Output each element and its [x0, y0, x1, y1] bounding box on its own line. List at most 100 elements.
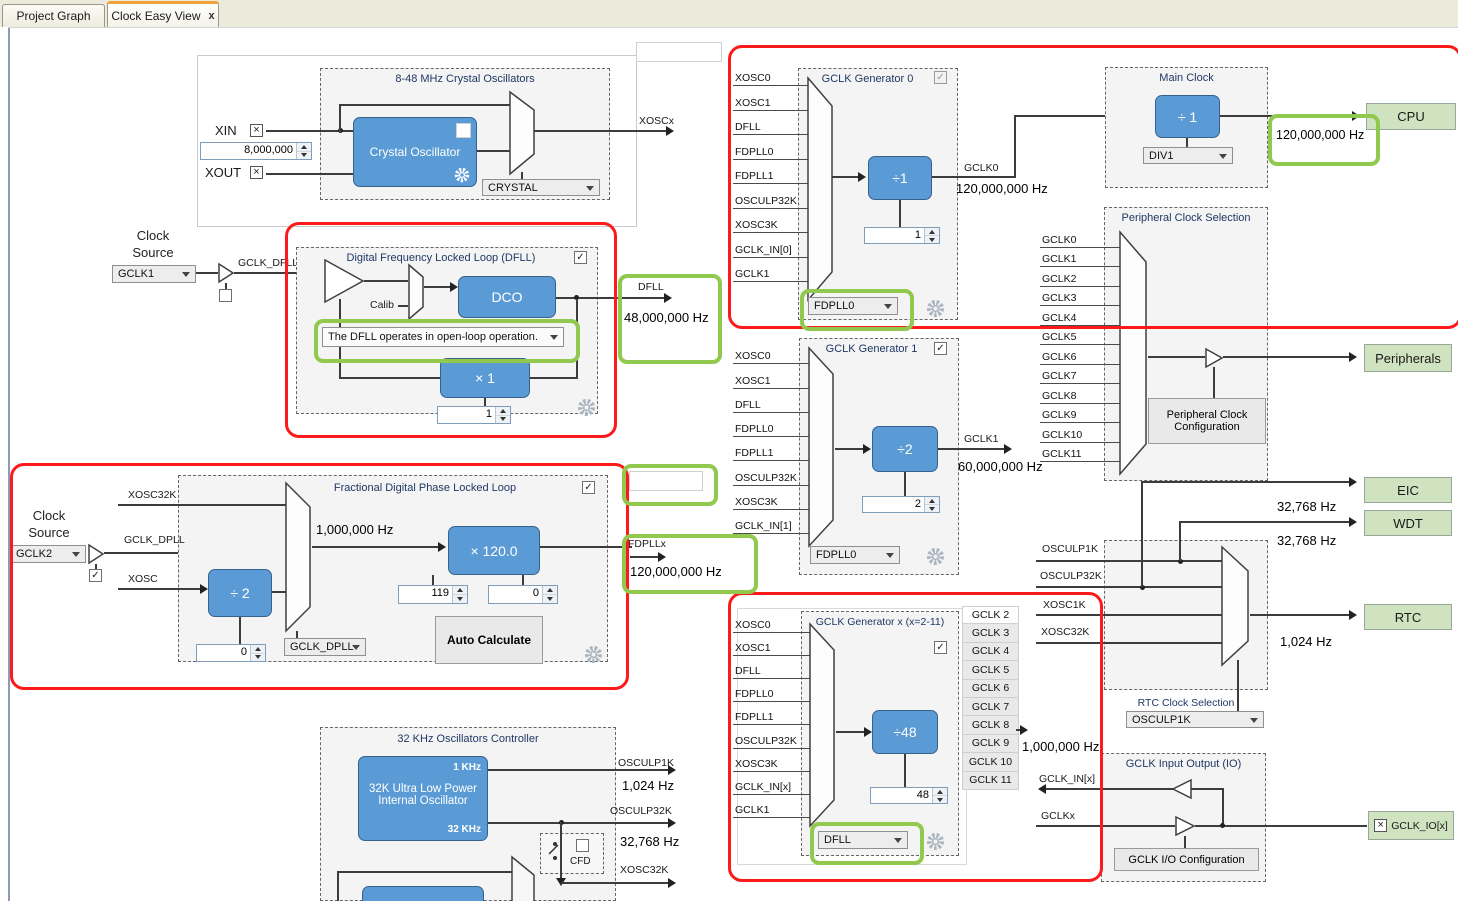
- gear-icon[interactable]: [454, 167, 470, 183]
- block-32khz-tag: 32 KHz: [448, 824, 481, 835]
- gclk-output-tab[interactable]: GCLK 6: [962, 680, 1019, 698]
- gclkx-enable-checkbox[interactable]: ✓: [934, 641, 947, 654]
- spin-up-icon[interactable]: [925, 228, 939, 236]
- gclk-output-tab[interactable]: GCLK 7: [962, 698, 1019, 716]
- wire: [1036, 586, 1222, 588]
- gclk0-source-dropdown[interactable]: FDPLL0: [808, 297, 898, 315]
- gear-icon[interactable]: [926, 299, 945, 318]
- gear-icon[interactable]: [926, 547, 945, 566]
- gclk-output-tab[interactable]: GCLK 9: [962, 735, 1019, 753]
- spinner-buttons[interactable]: [924, 497, 939, 512]
- crystal-oscillator-block[interactable]: Crystal Oscillator: [353, 117, 477, 187]
- fdpll-source-dropdown[interactable]: GCLK2: [10, 545, 86, 563]
- fdpll-ldrfrac-spinner[interactable]: 0: [488, 585, 558, 604]
- gclk1-source-dropdown[interactable]: FDPLL0: [810, 546, 900, 564]
- spin-up-icon[interactable]: [496, 407, 510, 416]
- gear-icon[interactable]: [584, 645, 603, 664]
- xosc-ctrl-tab[interactable]: [636, 42, 722, 62]
- wire: [1223, 356, 1353, 358]
- spinner-buttons[interactable]: [250, 645, 265, 661]
- gclk-output-tab[interactable]: GCLK 8: [962, 716, 1019, 734]
- wire: [1141, 481, 1353, 483]
- peripheral-config-button[interactable]: Peripheral Clock Configuration: [1148, 398, 1266, 444]
- dfll-enable-checkbox[interactable]: ✓: [574, 251, 587, 264]
- spin-up-icon[interactable]: [543, 586, 557, 595]
- main-clock-div-dropdown[interactable]: DIV1: [1143, 147, 1233, 164]
- spin-up-icon[interactable]: [453, 586, 467, 595]
- spin-down-icon[interactable]: [933, 796, 947, 803]
- dropdown-value: CRYSTAL: [488, 182, 538, 194]
- tab-clock-easy-view[interactable]: Clock Easy View x: [107, 1, 219, 27]
- spinner-value: 48: [871, 788, 932, 803]
- spin-down-icon[interactable]: [496, 416, 510, 424]
- gclk-output-tab[interactable]: GCLK 5: [962, 661, 1019, 679]
- pin-checkbox[interactable]: ×: [1374, 819, 1387, 832]
- block-checkbox[interactable]: [456, 123, 471, 138]
- fdpll-ref-dropdown[interactable]: GCLK_DPLL: [284, 638, 366, 656]
- gclkx-output-freq: 1,000,000 Hz: [1022, 739, 1099, 754]
- gclk-output-tab[interactable]: GCLK 11: [962, 772, 1019, 790]
- spin-up-icon[interactable]: [925, 497, 939, 505]
- chevron-down-icon: [1250, 718, 1258, 723]
- spin-up-icon[interactable]: [297, 143, 311, 152]
- pin-label: GCLK8: [1040, 384, 1122, 404]
- pin-label: XOSC3K: [733, 486, 811, 510]
- pin-label: XOSC3K: [733, 209, 811, 233]
- gclk0-enable-checkbox[interactable]: ✓: [934, 71, 947, 84]
- spin-down-icon[interactable]: [251, 654, 265, 662]
- gclk-output-tab[interactable]: GCLK 10: [962, 753, 1019, 771]
- gclkx-source-dropdown[interactable]: DFLL: [818, 831, 908, 849]
- cfd-checkbox[interactable]: [576, 839, 589, 852]
- spin-down-icon[interactable]: [297, 152, 311, 160]
- tab-project-graph[interactable]: Project Graph: [2, 4, 105, 27]
- fdpll-source-checkbox[interactable]: ✓: [89, 569, 102, 582]
- fdpll-ldr-spinner[interactable]: 119: [398, 585, 468, 604]
- rtc-source-dropdown[interactable]: OSCULP1K: [1126, 711, 1264, 728]
- gclk-output-tab[interactable]: GCLK 3: [962, 624, 1019, 642]
- fdpll-divider-spinner[interactable]: 0: [196, 644, 266, 662]
- fdpll-enable-checkbox[interactable]: ✓: [582, 481, 595, 494]
- dfll-multiplier-spinner[interactable]: 1: [437, 406, 511, 424]
- dfll-mode-dropdown[interactable]: The DFLL operates in open-loop operation…: [322, 327, 564, 347]
- mux-shape: [408, 264, 424, 320]
- gclk0-input-list: XOSC0XOSC1DFLLFDPLL0FDPLL1OSCULP32KXOSC3…: [733, 62, 811, 282]
- spin-up-icon[interactable]: [251, 645, 265, 654]
- gclkio-config-button[interactable]: GCLK I/O Configuration: [1114, 848, 1259, 871]
- spin-down-icon[interactable]: [925, 505, 939, 512]
- dropdown-value: DFLL: [824, 834, 851, 846]
- pin-label: FDPLL1: [733, 437, 811, 461]
- spinner-buttons[interactable]: [296, 143, 311, 159]
- crystal-mode-dropdown[interactable]: CRYSTAL: [482, 179, 600, 196]
- fdpll-output-tab[interactable]: [629, 471, 703, 491]
- gclk0-divider-spinner[interactable]: 1: [864, 227, 940, 244]
- spinner-buttons[interactable]: [542, 586, 557, 603]
- arrowhead: [1349, 517, 1357, 527]
- pin-label: FDPLL1: [733, 702, 811, 725]
- gear-icon[interactable]: [926, 832, 945, 851]
- spinner-buttons[interactable]: [932, 788, 947, 803]
- xin-pin-checkbox[interactable]: ×: [250, 124, 263, 137]
- gclk1-enable-checkbox[interactable]: ✓: [934, 342, 947, 355]
- spinner-buttons[interactable]: [924, 228, 939, 243]
- gclk-output-tab[interactable]: GCLK 2: [962, 606, 1019, 624]
- gclkx-divider-spinner[interactable]: 48: [870, 787, 948, 804]
- gclk1-divider-spinner[interactable]: 2: [862, 496, 940, 513]
- crystal-frequency-spinner[interactable]: 8,000,000: [200, 142, 312, 160]
- gear-icon[interactable]: [577, 398, 596, 417]
- spinner-buttons[interactable]: [495, 407, 510, 423]
- spin-down-icon[interactable]: [543, 595, 557, 603]
- spinner-buttons[interactable]: [452, 586, 467, 603]
- close-tab-icon[interactable]: x: [209, 10, 215, 22]
- xout-pin-checkbox[interactable]: ×: [250, 166, 263, 179]
- auto-calculate-button[interactable]: Auto Calculate: [435, 616, 543, 664]
- dropdown-value: GCLK_DPLL: [290, 641, 354, 653]
- gclk-output-tab[interactable]: GCLK 4: [962, 643, 1019, 661]
- spin-up-icon[interactable]: [933, 788, 947, 796]
- spin-down-icon[interactable]: [453, 595, 467, 603]
- pin-label: GCLK2: [1040, 267, 1122, 287]
- dfll-source-checkbox[interactable]: [219, 289, 232, 302]
- wire: [196, 272, 218, 274]
- spin-down-icon[interactable]: [925, 236, 939, 243]
- mux-shape: [806, 76, 834, 302]
- dfll-source-dropdown[interactable]: GCLK1: [112, 265, 196, 283]
